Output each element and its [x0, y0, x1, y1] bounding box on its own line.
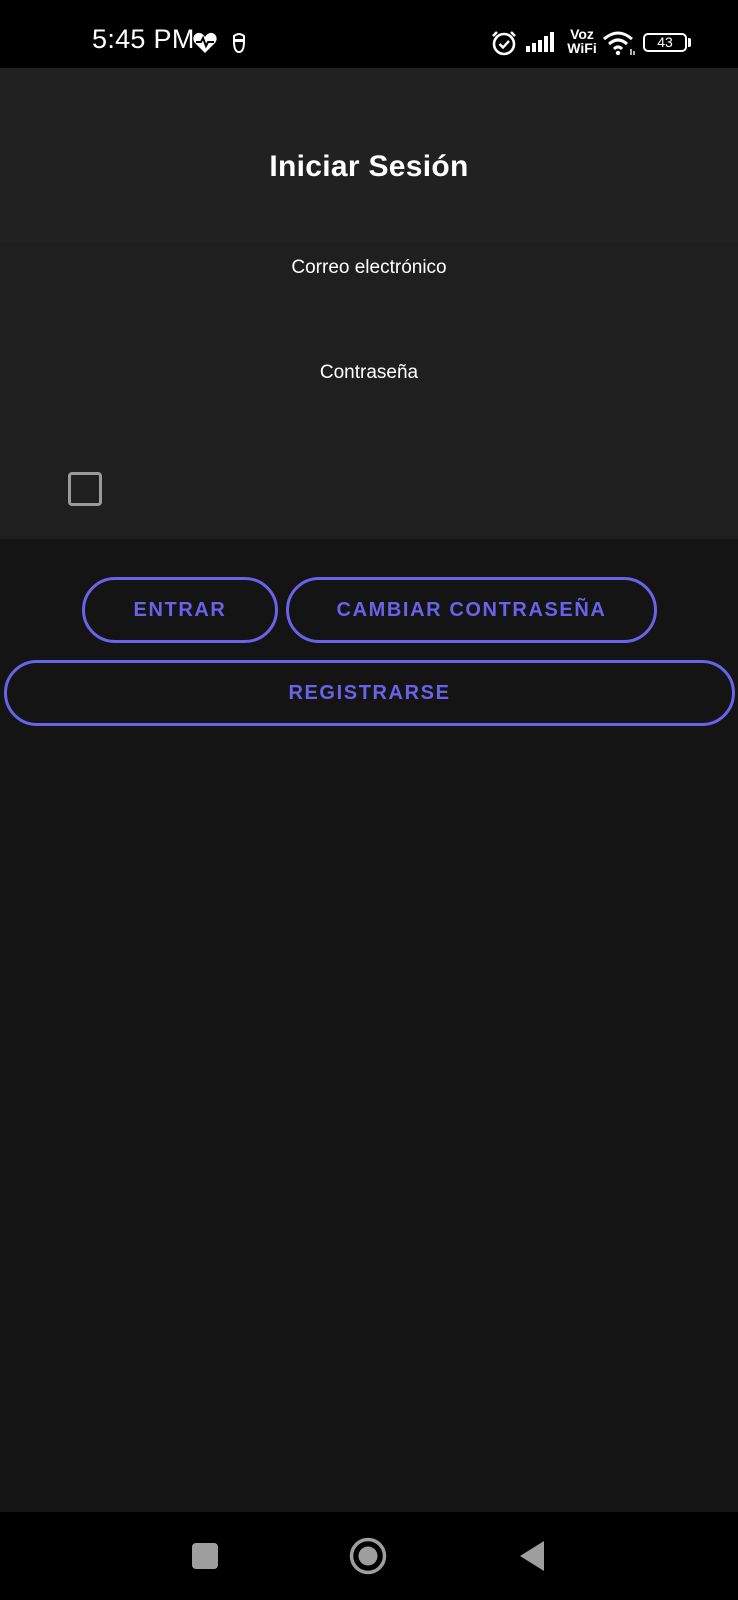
- page-title: Iniciar Sesión: [269, 150, 469, 183]
- wifi-icon: [603, 31, 635, 56]
- home-circle-icon[interactable]: [349, 1537, 387, 1575]
- email-label: Correo electrónico: [291, 257, 447, 278]
- change-password-button[interactable]: CAMBIAR CONTRASEÑA: [286, 577, 657, 643]
- battery-nub: [688, 38, 691, 47]
- header: Iniciar Sesión: [0, 68, 738, 242]
- login-button[interactable]: ENTRAR: [82, 577, 278, 643]
- navigation-bar: [0, 1512, 738, 1600]
- voz-wifi-label: Voz WiFi: [564, 27, 600, 55]
- alarm-icon: [492, 31, 516, 56]
- back-triangle-icon[interactable]: [518, 1539, 546, 1573]
- status-time: 5:45 PM: [92, 24, 195, 54]
- register-button[interactable]: REGISTRARSE: [4, 660, 735, 726]
- status-bar: 5:45 PM Voz WiFi 43: [0, 0, 738, 68]
- voz-label: Voz: [570, 26, 594, 42]
- remember-checkbox[interactable]: [68, 472, 102, 506]
- battery-indicator: 43: [643, 33, 687, 52]
- santa-icon: [233, 33, 245, 54]
- heart-monitor-icon: [193, 32, 217, 53]
- recents-square-icon[interactable]: [191, 1542, 219, 1570]
- login-screen: 5:45 PM Voz WiFi 43 Iniciar Sesión Corre…: [0, 0, 738, 1600]
- password-field[interactable]: [40, 394, 702, 440]
- email-field[interactable]: [40, 288, 702, 334]
- password-label: Contraseña: [319, 362, 419, 383]
- wifi-label: WiFi: [567, 40, 597, 56]
- login-form: Correo electrónico Contraseña: [0, 242, 738, 539]
- signal-icon: [526, 32, 554, 52]
